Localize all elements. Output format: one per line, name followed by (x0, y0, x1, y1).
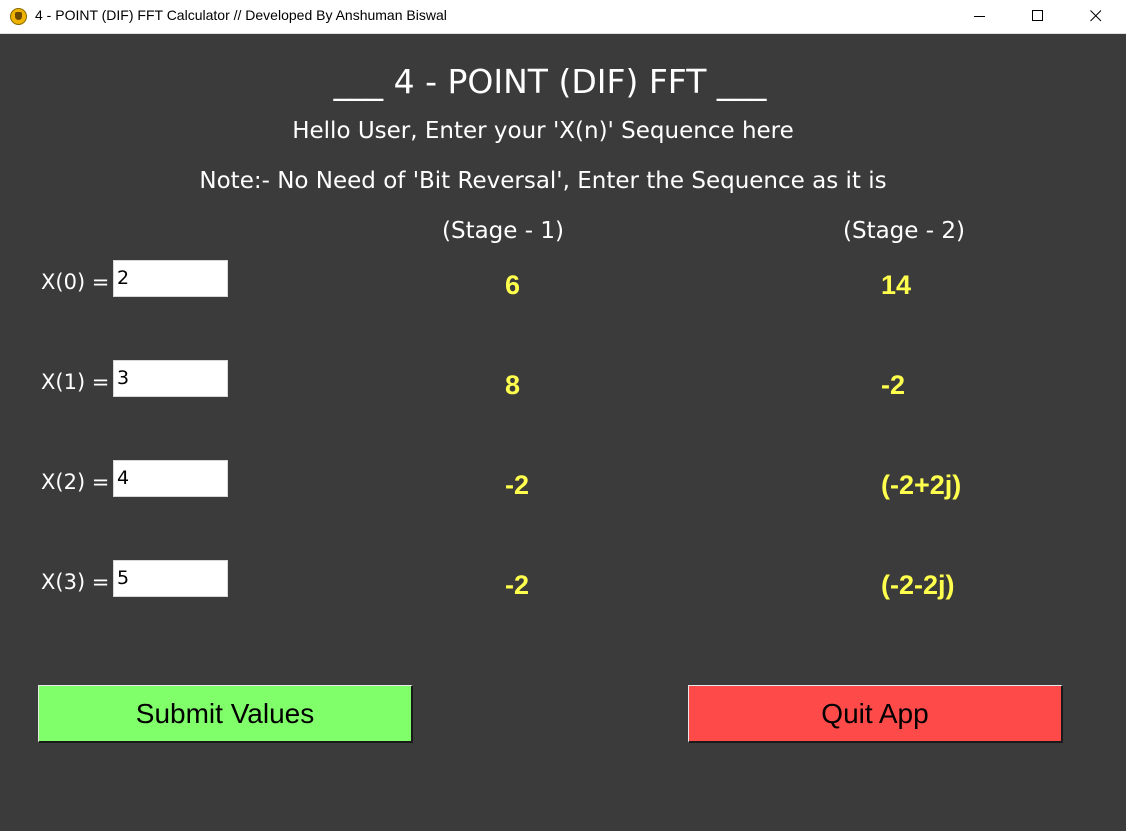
x2-input[interactable] (113, 460, 228, 497)
prompt-text: Hello User, Enter your 'X(n)' Sequence h… (292, 118, 794, 144)
title-bar: 4 - POINT (DIF) FFT Calculator // Develo… (0, 0, 1126, 34)
minimize-icon (974, 16, 985, 17)
x0-input[interactable] (113, 260, 228, 297)
maximize-icon (1032, 10, 1043, 21)
stage2-value-1: -2 (881, 370, 906, 400)
stage1-value-1: 8 (505, 370, 521, 400)
x2-label: X(2) = (41, 470, 110, 494)
x1-input[interactable] (113, 360, 228, 397)
x1-label: X(1) = (41, 370, 110, 394)
x0-label: X(0) = (41, 270, 110, 294)
close-button[interactable] (1067, 0, 1125, 33)
stage2-header: (Stage - 2) (843, 218, 965, 244)
x3-input[interactable] (113, 560, 228, 597)
quit-app-button[interactable]: Quit App (688, 685, 1063, 743)
stage2-value-2: (-2+2j) (881, 470, 962, 500)
stage1-value-3: -2 (505, 570, 530, 600)
app-window: 4 - POINT (DIF) FFT Calculator // Develo… (0, 0, 1126, 831)
submit-values-button[interactable]: Submit Values (38, 685, 413, 743)
x3-label: X(3) = (41, 570, 110, 594)
stage2-value-3: (-2-2j) (881, 570, 955, 600)
maximize-button[interactable] (1009, 0, 1067, 33)
close-icon (1090, 10, 1102, 22)
stage1-header: (Stage - 1) (442, 218, 564, 244)
page-title: ___ 4 - POINT (DIF) FFT ___ (333, 62, 767, 101)
window-title: 4 - POINT (DIF) FFT Calculator // Develo… (35, 7, 447, 23)
note-text: Note:- No Need of 'Bit Reversal', Enter … (199, 168, 887, 194)
app-logo-icon (10, 8, 27, 25)
stage1-value-0: 6 (505, 270, 521, 300)
stage1-value-2: -2 (505, 470, 530, 500)
stage2-value-0: 14 (881, 270, 912, 300)
minimize-button[interactable] (951, 0, 1009, 33)
